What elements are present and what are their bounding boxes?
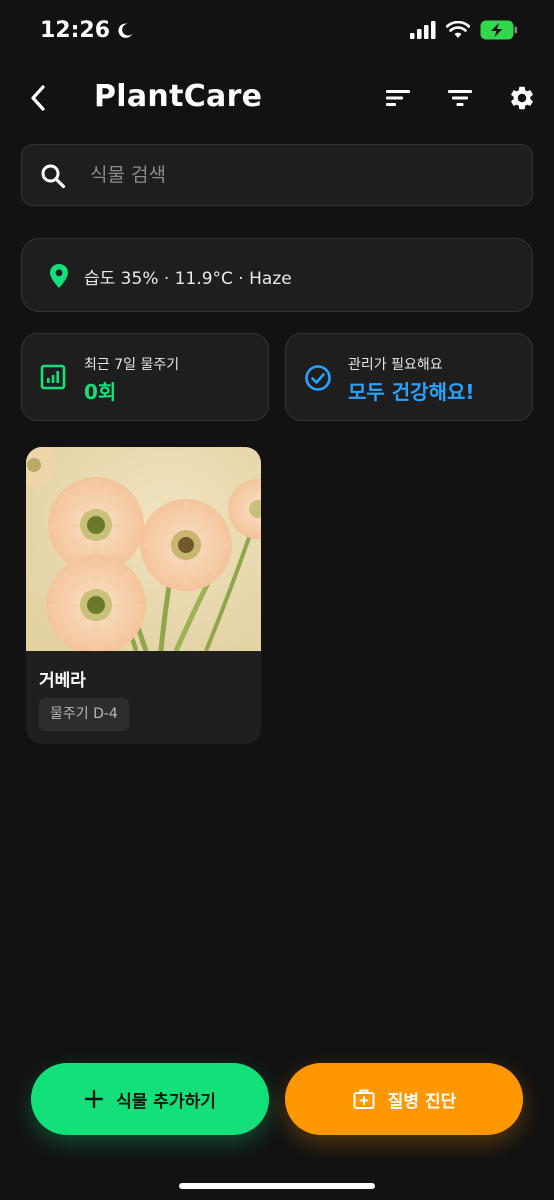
care-stat-value: 모두 건강해요! <box>348 380 475 404</box>
check-circle-icon <box>305 365 331 391</box>
sort-icon <box>386 90 410 106</box>
status-indicators <box>410 20 518 40</box>
status-bar: 12:26 <box>0 0 554 64</box>
back-arrow-icon <box>31 85 45 111</box>
plant-photo <box>26 447 261 651</box>
diagnose-button[interactable]: 질병 진단 <box>285 1063 523 1135</box>
plant-name: 거베라 <box>39 671 86 691</box>
weather-info: 습도 35% · 11.9°C · Haze <box>84 269 292 289</box>
diagnose-label: 질병 진단 <box>387 1091 457 1112</box>
medical-bag-icon <box>353 1089 375 1109</box>
location-pin-icon <box>50 264 68 288</box>
weather-card: 습도 35% · 11.9°C · Haze <box>21 238 533 312</box>
gerbera-image <box>26 447 261 651</box>
home-indicator[interactable] <box>179 1183 375 1189</box>
search-bar[interactable] <box>21 144 533 206</box>
care-stat-card[interactable]: 관리가 필요해요 모두 건강해요! <box>285 333 533 421</box>
plus-icon <box>84 1089 104 1109</box>
watering-stat-label: 최근 7일 물주기 <box>84 357 180 373</box>
battery-charging-icon <box>480 20 517 40</box>
page-title: PlantCare <box>94 79 263 114</box>
status-time: 12:26 <box>40 18 111 43</box>
plant-card[interactable]: 거베라 물주기 D-4 <box>26 447 261 744</box>
sort-button[interactable] <box>382 82 414 114</box>
back-button[interactable] <box>22 82 54 114</box>
filter-button[interactable] <box>444 82 476 114</box>
watering-stat-card[interactable]: 최근 7일 물주기 0회 <box>21 333 269 421</box>
care-stat-label: 관리가 필요해요 <box>348 357 443 373</box>
gear-icon <box>511 86 533 110</box>
search-icon <box>41 164 66 189</box>
moon-icon <box>118 23 133 38</box>
search-input[interactable] <box>90 145 510 205</box>
watering-badge: 물주기 D-4 <box>39 698 129 731</box>
chart-icon <box>40 364 66 390</box>
filter-icon <box>448 90 472 106</box>
wifi-icon <box>446 21 470 38</box>
status-time-group: 12:26 <box>40 18 134 43</box>
app-header: PlantCare <box>0 70 554 126</box>
add-plant-label: 식물 추가하기 <box>116 1091 216 1112</box>
watering-stat-value: 0회 <box>84 380 117 404</box>
settings-button[interactable] <box>506 82 538 114</box>
signal-icon <box>410 21 436 39</box>
add-plant-button[interactable]: 식물 추가하기 <box>31 1063 269 1135</box>
